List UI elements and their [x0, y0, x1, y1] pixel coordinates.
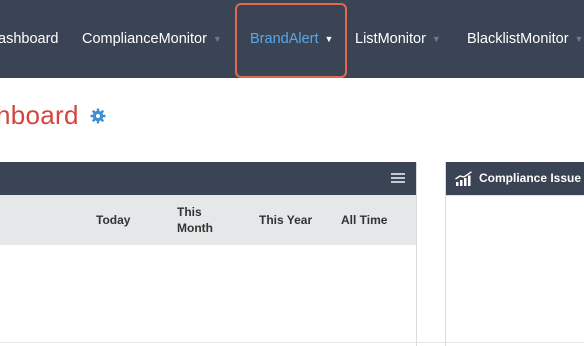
- highlight-annotation: [235, 3, 347, 78]
- nav-item-blacklist-monitor[interactable]: BlacklistMonitor ▼: [467, 0, 583, 78]
- caret-down-icon: ▼: [574, 34, 584, 44]
- bar-chart-icon: [455, 171, 472, 186]
- compliance-issues-panel: Compliance Issue: [445, 162, 584, 346]
- gear-icon[interactable]: [90, 108, 106, 124]
- stats-panel: Today This Month This Year All Time: [0, 162, 417, 346]
- top-navbar: ashboard ComplianceMonitor ▼ BrandAlert ▼ …: [0, 0, 584, 78]
- table-header: Today This Month This Year All Time: [0, 195, 416, 245]
- column-header-this-year: This Year: [259, 213, 313, 227]
- nav-item-label: ListMonitor: [355, 31, 426, 47]
- divider: [446, 195, 584, 196]
- nav-item-compliance-monitor[interactable]: ComplianceMonitor ▼: [82, 0, 222, 78]
- panel-header: Compliance Issue: [446, 162, 584, 195]
- caret-down-icon: ▼: [431, 34, 441, 44]
- panel-header: [0, 162, 416, 195]
- nav-item-label: ashboard: [0, 31, 59, 47]
- nav-item-list-monitor[interactable]: ListMonitor ▼: [355, 0, 441, 78]
- nav-item-label: BlacklistMonitor: [467, 31, 569, 47]
- nav-item-label: ComplianceMonitor: [82, 31, 207, 47]
- page-title: hboard: [0, 100, 79, 130]
- caret-down-icon: ▼: [212, 34, 222, 44]
- divider: [0, 342, 584, 343]
- hamburger-icon[interactable]: [391, 173, 405, 184]
- nav-item-dashboard[interactable]: ashboard: [0, 0, 58, 78]
- column-header-this-month: This Month: [177, 205, 213, 235]
- panel-title: Compliance Issue: [479, 171, 582, 185]
- column-header-all-time: All Time: [341, 213, 388, 227]
- column-header-today: Today: [96, 213, 131, 227]
